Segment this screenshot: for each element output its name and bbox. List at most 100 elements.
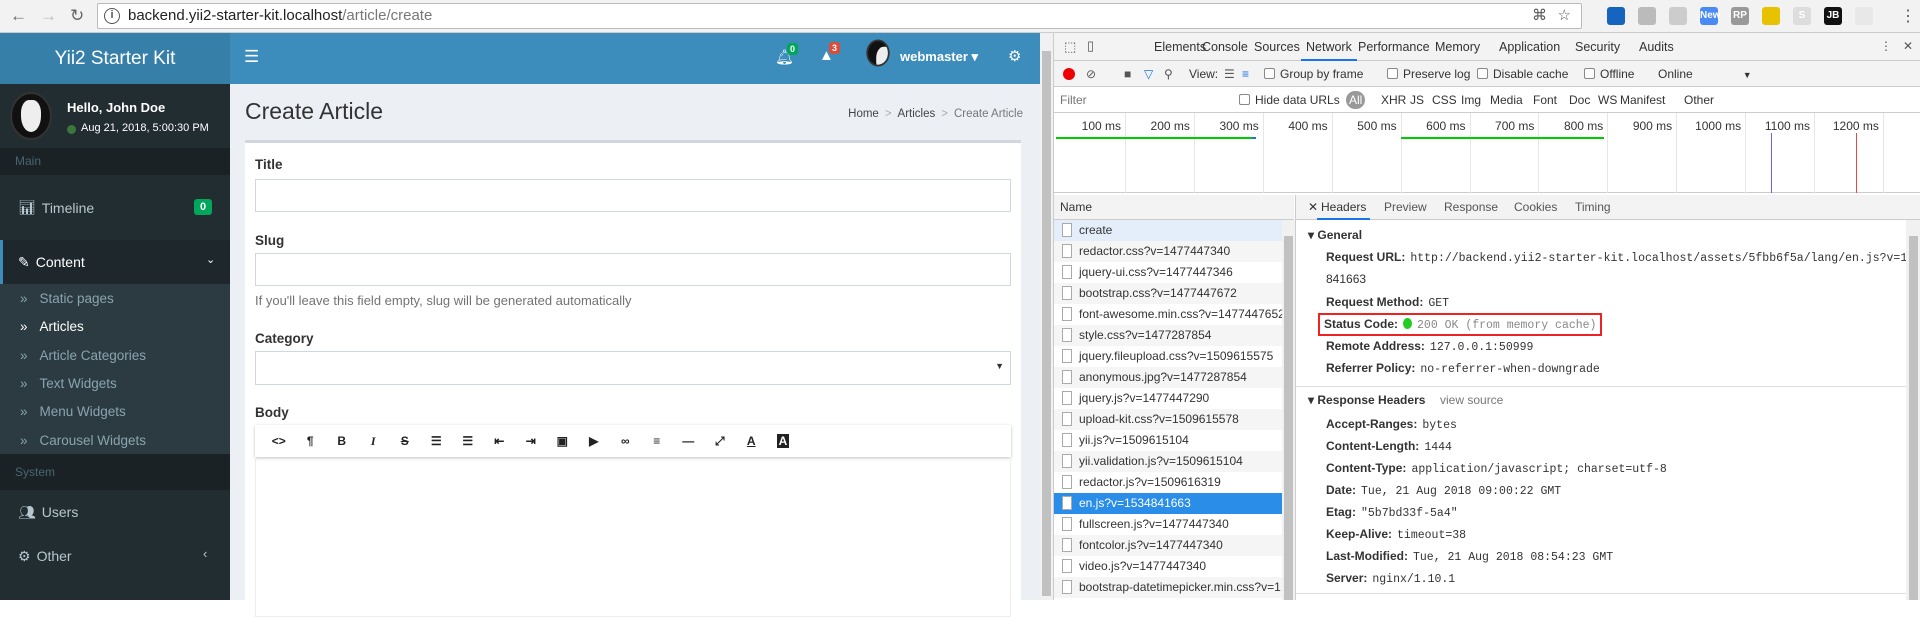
filter-type-manifest[interactable]: Manifest: [1620, 87, 1665, 113]
device-toolbar-icon[interactable]: ▯: [1087, 38, 1094, 54]
detail-tab-preview[interactable]: Preview: [1384, 195, 1427, 220]
search-icon[interactable]: ⚲: [1164, 61, 1173, 87]
info-icon[interactable]: i: [104, 8, 120, 24]
tab-application[interactable]: Application: [1499, 33, 1560, 61]
star-icon[interactable]: ☆: [1558, 4, 1571, 28]
ext-blue-icon[interactable]: [1607, 7, 1625, 25]
headers-scrollbar-thumb[interactable]: [1909, 236, 1918, 600]
request-row[interactable]: jquery-ui.css?v=1477447346: [1054, 262, 1282, 283]
ext-squiggle-icon[interactable]: [1638, 7, 1656, 25]
request-row[interactable]: yii.js?v=1509615104: [1054, 430, 1282, 451]
page-scrollbar[interactable]: [1040, 33, 1053, 600]
filter-type-ws[interactable]: WS: [1598, 87, 1617, 113]
filter-input[interactable]: [1060, 90, 1225, 109]
request-row[interactable]: en.js?v=1534841663: [1054, 493, 1282, 514]
unordered-list-icon[interactable]: ☰: [421, 434, 453, 448]
ext-rp-icon[interactable]: RP: [1731, 7, 1749, 25]
user-menu[interactable]: webmaster ▾: [900, 49, 978, 65]
sidebar-subitem-menu-widgets[interactable]: » Menu Widgets: [0, 397, 230, 428]
breadcrumb-home[interactable]: Home: [848, 108, 879, 120]
hide-data-urls-checkbox[interactable]: Hide data URLs: [1239, 87, 1340, 113]
title-input[interactable]: [255, 179, 1011, 212]
general-section-toggle[interactable]: ▾ General: [1308, 228, 1362, 242]
ext-yellow-icon[interactable]: [1762, 7, 1780, 25]
filter-icon[interactable]: ▽: [1144, 61, 1153, 87]
detail-tab-headers[interactable]: Headers: [1317, 195, 1371, 220]
filter-type-all[interactable]: All: [1346, 91, 1366, 109]
detail-tab-cookies[interactable]: Cookies: [1514, 195, 1557, 220]
page-scrollbar-thumb[interactable]: [1042, 51, 1051, 596]
request-row[interactable]: jquery.fileupload.css?v=1509615575: [1054, 346, 1282, 367]
ordered-list-icon[interactable]: ☰: [452, 434, 484, 448]
font-color-icon[interactable]: A: [736, 434, 768, 448]
request-row[interactable]: font-awesome.min.css?v=1477447652: [1054, 304, 1282, 325]
sidebar-toggle-icon[interactable]: ☰: [244, 47, 259, 67]
slug-input[interactable]: [255, 253, 1011, 286]
format-icon[interactable]: ¶: [295, 434, 327, 448]
menu-icon[interactable]: ⋮: [1900, 6, 1916, 26]
indent-icon[interactable]: ⇥: [515, 434, 547, 448]
detail-tab-response[interactable]: Response: [1444, 195, 1498, 220]
view-source-link[interactable]: view source: [1440, 393, 1503, 407]
filter-type-img[interactable]: Img: [1461, 87, 1481, 113]
sidebar-subitem-article-categories[interactable]: » Article Categories: [0, 340, 230, 371]
back-color-icon[interactable]: A: [777, 434, 789, 448]
fullscreen-icon[interactable]: ⤢: [704, 434, 736, 449]
forward-icon[interactable]: →: [40, 6, 57, 26]
request-list-scrollbar-thumb[interactable]: [1284, 236, 1293, 600]
tab-security[interactable]: Security: [1575, 33, 1620, 61]
gears-icon[interactable]: ⚙: [1008, 47, 1021, 65]
request-row[interactable]: style.css?v=1477287854: [1054, 325, 1282, 346]
horizontal-rule-icon[interactable]: —: [673, 434, 705, 448]
italic-icon[interactable]: I: [358, 434, 390, 449]
screenshot-icon[interactable]: ■: [1124, 61, 1131, 87]
headers-scrollbar[interactable]: [1906, 220, 1920, 600]
request-row[interactable]: yii.validation.js?v=1509615104: [1054, 451, 1282, 472]
large-rows-icon[interactable]: ☰: [1224, 61, 1235, 87]
preserve-log-checkbox[interactable]: Preserve log: [1387, 61, 1470, 87]
record-icon[interactable]: [1063, 68, 1075, 80]
devtools-menu-icon[interactable]: ⋮: [1880, 39, 1892, 53]
back-icon[interactable]: ←: [10, 6, 27, 26]
sidebar-item-other[interactable]: ⚙ Other ‹: [0, 534, 230, 578]
html-icon[interactable]: <>: [263, 434, 295, 448]
deleted-icon[interactable]: S: [389, 434, 421, 448]
offline-checkbox[interactable]: Offline: [1584, 61, 1634, 87]
request-row[interactable]: redactor.css?v=1477447340: [1054, 241, 1282, 262]
tab-console[interactable]: Console: [1202, 33, 1248, 61]
filter-type-js[interactable]: JS: [1410, 87, 1424, 113]
ext-new-icon[interactable]: New: [1700, 7, 1721, 25]
ext-react-icon[interactable]: [1855, 7, 1873, 25]
devtools-close-icon[interactable]: ✕: [1903, 39, 1913, 53]
breadcrumb-articles[interactable]: Articles: [898, 108, 936, 120]
reload-icon[interactable]: ↻: [70, 6, 84, 26]
filter-type-doc[interactable]: Doc: [1569, 87, 1590, 113]
throttle-select[interactable]: Online ▼: [1658, 61, 1752, 88]
tab-audits[interactable]: Audits: [1639, 33, 1674, 61]
ext-jb-icon[interactable]: JB: [1824, 7, 1842, 25]
translate-icon[interactable]: ⌘: [1532, 4, 1547, 28]
body-editor[interactable]: [255, 457, 1011, 617]
request-row[interactable]: jquery.js?v=1477447290: [1054, 388, 1282, 409]
category-select[interactable]: ▼: [255, 351, 1011, 385]
video-icon[interactable]: ▶: [578, 434, 610, 448]
outdent-icon[interactable]: ⇤: [484, 434, 516, 448]
alignment-icon[interactable]: ≡: [641, 434, 673, 448]
image-icon[interactable]: ▣: [547, 434, 579, 448]
detail-tab-timing[interactable]: Timing: [1575, 195, 1611, 220]
group-by-frame-checkbox[interactable]: Group by frame: [1264, 61, 1363, 87]
sidebar-item-content[interactable]: ✎ Content ⌄: [0, 240, 230, 284]
link-icon[interactable]: ∞: [610, 434, 642, 448]
bold-icon[interactable]: B: [326, 434, 358, 448]
name-column-header[interactable]: Name: [1054, 195, 1294, 220]
clear-icon[interactable]: ⊘: [1086, 61, 1096, 87]
disable-cache-checkbox[interactable]: Disable cache: [1477, 61, 1568, 87]
filter-type-other[interactable]: Other: [1684, 87, 1714, 113]
tab-sources[interactable]: Sources: [1254, 33, 1300, 61]
sidebar-subitem-carousel-widgets[interactable]: » Carousel Widgets: [0, 425, 230, 456]
request-row[interactable]: fullscreen.js?v=1477447340: [1054, 514, 1282, 535]
sidebar-item-users[interactable]: 👥︎ Users: [0, 490, 230, 534]
user-avatar[interactable]: [866, 39, 890, 67]
request-row[interactable]: bootstrap-datetimepicker.min.css?v=1: [1054, 577, 1282, 598]
filter-type-media[interactable]: Media: [1490, 87, 1523, 113]
